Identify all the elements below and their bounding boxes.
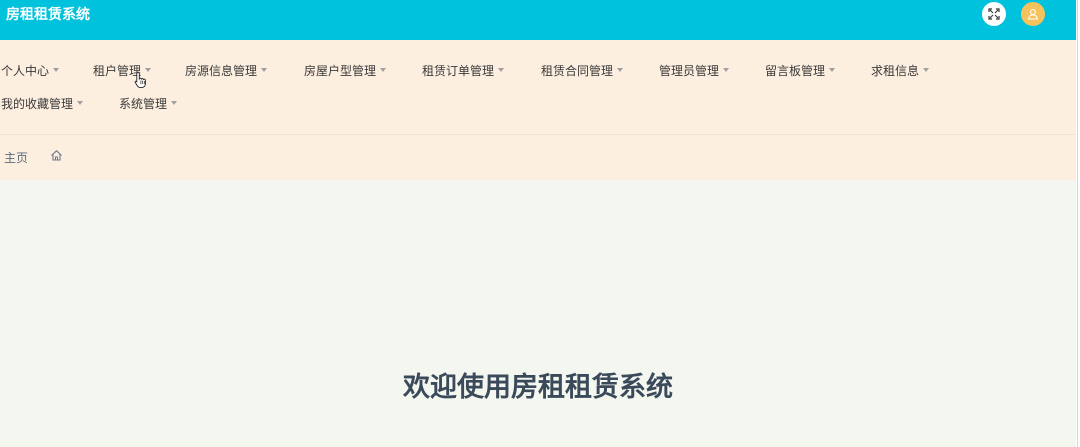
caret-down-icon <box>145 67 152 72</box>
nav-item-label: 个人中心 <box>1 64 50 78</box>
nav-item-label: 管理员管理 <box>659 64 720 78</box>
top-header-bar: 房租租赁系统 <box>0 0 1076 40</box>
nav-item-label: 房屋户型管理 <box>304 64 377 78</box>
caret-down-icon <box>617 67 624 72</box>
caret-down-icon <box>498 67 505 72</box>
nav-item-label: 房源信息管理 <box>185 64 258 78</box>
window-right-border <box>1077 0 1078 447</box>
nav-item-rental-requests[interactable]: 求租信息 <box>871 63 930 79</box>
caret-down-icon <box>723 67 730 72</box>
main-nav-menu: 个人中心 租户管理 房源信息管理 房屋户型管理 租赁订单管理 租赁合同管理 管理… <box>0 40 1076 135</box>
nav-item-listing-management[interactable]: 房源信息管理 <box>185 63 268 79</box>
nav-item-house-type-management[interactable]: 房屋户型管理 <box>304 63 387 79</box>
app-title: 房租租赁系统 <box>6 7 90 23</box>
user-icon <box>1027 9 1039 20</box>
fullscreen-button[interactable] <box>982 2 1006 26</box>
nav-item-rental-contract-management[interactable]: 租赁合同管理 <box>541 63 624 79</box>
nav-item-label: 留言板管理 <box>765 64 826 78</box>
user-avatar-button[interactable] <box>1021 2 1045 26</box>
fullscreen-icon <box>988 8 1000 20</box>
nav-item-tenant-management[interactable]: 租户管理 <box>93 63 152 79</box>
nav-item-label: 租户管理 <box>93 64 142 78</box>
nav-item-label: 租赁订单管理 <box>422 64 495 78</box>
caret-down-icon <box>261 67 268 72</box>
nav-item-message-board-management[interactable]: 留言板管理 <box>765 63 836 79</box>
nav-item-admin-management[interactable]: 管理员管理 <box>659 63 730 79</box>
home-icon[interactable] <box>50 149 63 162</box>
caret-down-icon <box>923 67 930 72</box>
caret-down-icon <box>380 67 387 72</box>
nav-item-label: 求租信息 <box>871 64 920 78</box>
nav-item-label: 租赁合同管理 <box>541 64 614 78</box>
caret-down-icon <box>829 67 836 72</box>
caret-down-icon <box>171 100 178 105</box>
breadcrumb-home-link[interactable]: 主页 <box>4 150 28 166</box>
nav-item-my-favorites-management[interactable]: 我的收藏管理 <box>1 96 84 112</box>
caret-down-icon <box>77 100 84 105</box>
nav-item-rental-order-management[interactable]: 租赁订单管理 <box>422 63 505 79</box>
nav-item-label: 我的收藏管理 <box>1 97 74 111</box>
breadcrumb: 主页 <box>0 135 1076 180</box>
nav-item-personal-center[interactable]: 个人中心 <box>1 63 60 79</box>
nav-item-system-management[interactable]: 系统管理 <box>119 96 178 112</box>
welcome-heading: 欢迎使用房租租赁系统 <box>403 372 673 403</box>
nav-item-label: 系统管理 <box>119 97 168 111</box>
caret-down-icon <box>53 67 60 72</box>
